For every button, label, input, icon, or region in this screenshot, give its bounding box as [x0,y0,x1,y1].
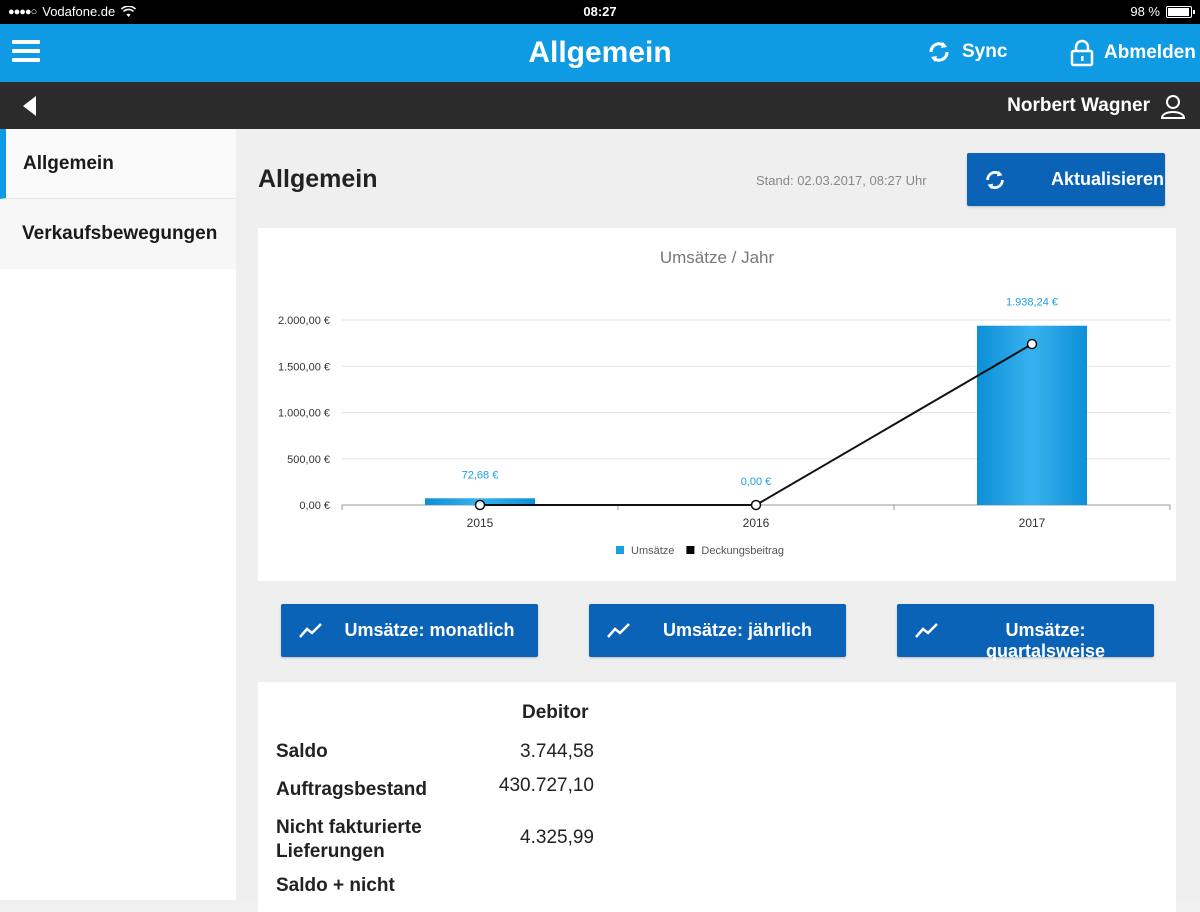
user-info[interactable]: Norbert Wagner [1007,93,1186,119]
back-arrow-icon[interactable] [20,94,40,118]
trend-line-icon [915,623,938,638]
sidebar: Allgemein Verkaufsbewegungen [0,129,236,900]
battery-icon [1166,5,1195,18]
x-tick-label: 2015 [467,516,494,530]
lock-icon [1070,39,1094,67]
legend-label: Umsätze [631,545,674,557]
user-icon [1160,95,1186,119]
revenue-monthly-button[interactable]: Umsätze: monatlich [281,604,538,657]
trend-line-icon [299,623,322,638]
x-tick-label: 2016 [743,516,770,530]
refresh-button[interactable]: Aktualisieren [967,153,1165,206]
app-header: Allgemein Sync Abmelden [0,24,1200,82]
column-header: Debitor [522,702,589,723]
row-value: 4.325,99 [520,827,594,848]
legend-swatch [686,546,695,554]
revenue-yearly-button[interactable]: Umsätze: jährlich [589,604,846,657]
y-tick-label: 2.000,00 € [278,315,330,327]
legend-swatch [616,546,624,554]
trend-line-icon [607,623,630,638]
refresh-icon [986,170,1004,189]
sidebar-item-verkaufsbewegungen[interactable]: Verkaufsbewegungen [0,199,236,269]
status-time: 08:27 [583,4,617,19]
y-tick-label: 0,00 € [299,500,330,512]
y-tick-label: 1.000,00 € [278,408,330,420]
sidebar-item-label: Allgemein [23,152,114,174]
bar-value-label: 0,00 € [741,476,772,488]
sidebar-item-allgemein[interactable]: Allgemein [0,129,236,199]
button-label: Umsätze: quartalsweise [985,620,1106,661]
y-tick-label: 500,00 € [287,454,330,466]
logout-button[interactable]: Abmelden [1070,39,1196,67]
last-updated-text: Stand: 02.03.2017, 08:27 Uhr [756,173,927,188]
bar-value-label: 1.938,24 € [1006,297,1058,309]
battery-percent: 98 % [1130,4,1160,19]
header-title: Allgemein [528,36,672,69]
sync-icon [929,42,949,62]
y-tick-label: 1.500,00 € [278,361,330,373]
chart-card: Umsätze / Jahr 0,00 €500,00 €1.000,00 €1… [258,228,1176,581]
page-title: Allgemein [258,165,378,193]
user-name: Norbert Wagner [1007,95,1150,116]
line-point [750,499,762,511]
x-tick-label: 2017 [1019,516,1046,530]
legend-label: Deckungsbeitrag [701,545,784,557]
sync-label: Sync [962,41,1008,62]
row-value: 430.727,10 [498,775,594,796]
row-label: Nicht fakturierte Lieferungen [276,817,422,862]
sub-header: Norbert Wagner [0,82,1200,129]
bar [977,325,1087,505]
sidebar-item-label: Verkaufsbewegungen [22,223,218,244]
revenue-quarterly-button[interactable]: Umsätze: quartalsweise [897,604,1154,661]
line-point [474,499,486,511]
debtor-table: Debitor Saldo 3.744,58 Auftragsbestand 4… [258,682,1176,912]
refresh-label: Aktualisieren [1051,169,1165,189]
main-content: Allgemein Stand: 02.03.2017, 08:27 Uhr A… [236,129,1200,912]
line-point [1026,338,1038,350]
row-label: Auftragsbestand [276,779,427,800]
row-label: Saldo [276,741,328,762]
logout-label: Abmelden [1104,42,1196,63]
row-label: Saldo + nicht [276,875,395,896]
status-bar: ●●●●○ Vodafone.de 08:27 98 % [0,0,1200,24]
button-label: Umsätze: monatlich [344,620,515,640]
button-label: Umsätze: jährlich [662,620,813,640]
revenue-chart: 0,00 € 500,00 € 1.000,00 € 1.500,00 € 2.000,… [278,297,1171,557]
sync-button[interactable]: Sync [926,39,1007,65]
bar-value-label: 72,68 € [462,469,499,481]
row-value: 3.744,58 [520,741,594,762]
